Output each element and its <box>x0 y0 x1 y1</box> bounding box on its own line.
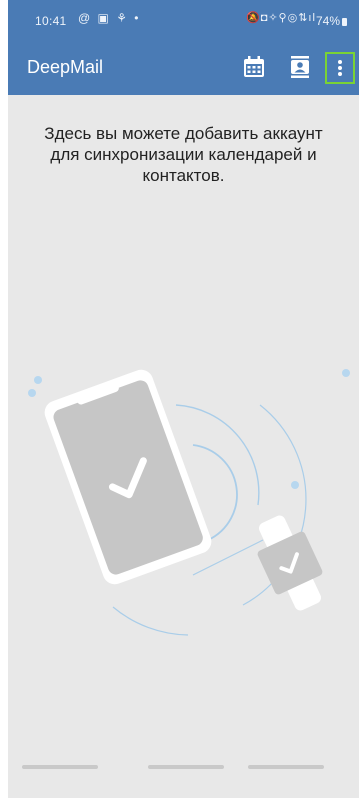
contacts-button[interactable] <box>283 50 317 84</box>
bottom-tab[interactable] <box>22 765 98 769</box>
battery-icon <box>342 18 348 26</box>
top-bar: 10:41 @ ▣ ⚘ • 🔕◘✧⚲◎⇅ıl 74% DeepMail <box>8 0 359 95</box>
phone-graphic <box>44 369 212 585</box>
content-area: Здесь вы можете добавить аккаунт для син… <box>8 95 359 798</box>
app-title: DeepMail <box>27 57 104 77</box>
decor-dot <box>291 481 299 489</box>
status-bar: 10:41 @ ▣ ⚘ • 🔕◘✧⚲◎⇅ıl 74% <box>8 0 359 40</box>
calendar-button[interactable] <box>237 50 271 84</box>
empty-state-message: Здесь вы можете добавить аккаунт для син… <box>44 124 323 185</box>
decor-dot <box>34 376 42 384</box>
decor-dot <box>342 369 350 377</box>
screen: 10:41 @ ▣ ⚘ • 🔕◘✧⚲◎⇅ıl 74% DeepMail Здес… <box>0 0 359 798</box>
calendar-icon <box>244 56 264 77</box>
battery-level: 74% <box>316 14 341 28</box>
more-options-button[interactable] <box>325 52 355 84</box>
battery-indicator: 74% <box>316 14 348 28</box>
contacts-icon <box>291 56 309 78</box>
more-vert-icon <box>338 60 342 76</box>
system-status-icons: 🔕◘✧⚲◎⇅ıl <box>246 12 316 24</box>
bottom-tab[interactable] <box>148 765 224 769</box>
app-bar: DeepMail <box>8 40 359 95</box>
sync-arc-outer-bottom <box>112 606 189 636</box>
decor-dot <box>28 389 36 397</box>
bottom-tab[interactable] <box>248 765 324 769</box>
notification-icons: @ ▣ ⚘ • <box>78 11 141 25</box>
status-time: 10:41 <box>35 14 67 28</box>
bottom-tab-bar <box>8 765 359 798</box>
sync-illustration <box>28 369 350 636</box>
watch-graphic <box>257 515 323 611</box>
